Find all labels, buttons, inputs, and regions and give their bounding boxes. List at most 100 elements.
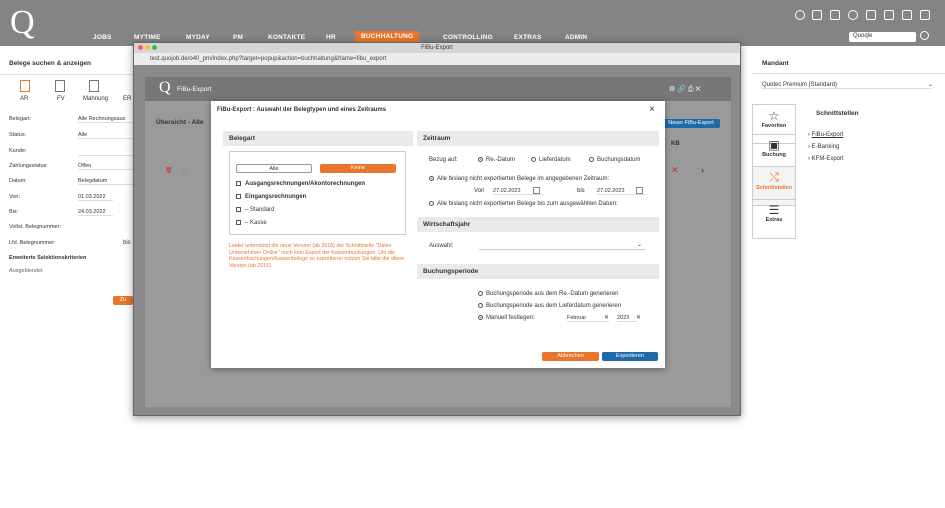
standard-checkbox[interactable]: – Standard bbox=[236, 207, 274, 213]
von-label: Von bbox=[474, 188, 485, 194]
panel-title: Belege suchen & anzeigen bbox=[9, 60, 91, 67]
new-fibu-export-button[interactable]: Neuer FiBu-Export bbox=[662, 119, 720, 128]
chevron-right-icon[interactable]: › bbox=[701, 165, 704, 175]
extras-tile[interactable]: ☰ Extras bbox=[752, 199, 796, 239]
radio-bp-lieferdatum[interactable]: Buchungsperiode aus dem Lieferdatum gene… bbox=[478, 303, 621, 309]
info-icon[interactable]: ⓘ bbox=[181, 167, 187, 176]
link-fibu-export[interactable]: › FiBu-Export bbox=[808, 132, 843, 138]
buchung-label: Buchung bbox=[762, 152, 786, 158]
invoice-ar-icon[interactable] bbox=[20, 80, 30, 92]
month-select[interactable]: Februar bbox=[567, 315, 609, 322]
chat-icon[interactable] bbox=[902, 10, 912, 20]
logout-icon[interactable] bbox=[920, 10, 930, 20]
divider bbox=[0, 74, 133, 75]
minimize-window-icon[interactable] bbox=[145, 45, 150, 50]
overview-label: Übersicht - Alle bbox=[156, 119, 204, 126]
year-select[interactable]: 2023 bbox=[617, 315, 637, 322]
search-icon[interactable] bbox=[920, 31, 929, 40]
nav-hr[interactable]: HR bbox=[326, 34, 336, 41]
toolbar-mahnung-label[interactable]: Mahnung bbox=[83, 96, 108, 102]
shuffle-icon: ⤭ bbox=[769, 170, 779, 184]
calendar-icon[interactable] bbox=[533, 187, 540, 194]
calendar-icon[interactable] bbox=[866, 10, 876, 20]
extended-criteria-heading[interactable]: Erweiterte Selektionskriterien bbox=[9, 255, 86, 261]
link-kfm-export[interactable]: › KFM-Export bbox=[808, 156, 844, 162]
label-von: Von: bbox=[9, 194, 21, 200]
invoice-fv-icon[interactable] bbox=[55, 80, 65, 92]
cancel-button[interactable]: Abbrechen bbox=[542, 352, 599, 361]
user-icon[interactable] bbox=[884, 10, 894, 20]
belegart-select[interactable]: Alle Rechnungsaus bbox=[78, 116, 133, 123]
nav-controlling[interactable]: CONTROLLING bbox=[443, 34, 493, 41]
chevron-down-icon[interactable]: ⌄ bbox=[637, 241, 642, 248]
mandant-select[interactable]: Quotec Premium (Standard) bbox=[762, 82, 932, 89]
lfd-bis-label: bis bbox=[123, 240, 131, 246]
toolbar-ar-label[interactable]: AR bbox=[20, 96, 28, 102]
popup-header: Q FiBu-Export ⚙ 🔗 ⎙ ✕ bbox=[145, 77, 731, 101]
kunde-input[interactable] bbox=[78, 148, 133, 156]
radio-bp-manuell[interactable]: Manuell festlegen: bbox=[478, 315, 535, 321]
radio-buchungsdatum[interactable]: Buchungsdatum bbox=[589, 157, 640, 163]
quick-search-input[interactable]: Quoqle bbox=[849, 32, 916, 42]
radio-bp-re-datum[interactable]: Buchungsperiode aus dem Re.-Datum generi… bbox=[478, 291, 618, 297]
von-date-input[interactable]: 01.03.2022 bbox=[78, 194, 113, 201]
bis-date-input[interactable]: 24.03.2022 bbox=[78, 209, 113, 216]
mahnung-icon[interactable] bbox=[89, 80, 99, 92]
bis-label: bis bbox=[577, 188, 585, 194]
datum-select[interactable]: Belegdatum bbox=[78, 178, 133, 185]
buchungsperiode-heading: Buchungsperiode bbox=[417, 264, 659, 279]
nav-myday[interactable]: MYDAY bbox=[186, 34, 210, 41]
delete-icon[interactable]: 🗑 bbox=[165, 167, 173, 174]
messages-icon[interactable] bbox=[812, 10, 822, 20]
dialog-title: FiBu-Export : Auswahl der Belegtypen und… bbox=[217, 107, 387, 113]
search-button[interactable]: Zu bbox=[113, 296, 133, 305]
toolbar-fv-label[interactable]: FV bbox=[57, 96, 65, 102]
header-icons[interactable]: ⚙ 🔗 ⎙ ✕ bbox=[669, 85, 701, 94]
radio-zeitraum[interactable]: Alle bislang nicht exportierten Belege i… bbox=[429, 176, 609, 182]
wj-select[interactable] bbox=[479, 249, 645, 250]
belege-search-panel: Belege suchen & anzeigen AR FV Mahnung E… bbox=[0, 46, 133, 316]
select-none-button[interactable]: Keine bbox=[320, 164, 396, 173]
nav-pm[interactable]: PM bbox=[233, 34, 243, 41]
schnittstellen-label: Schnittstellen bbox=[755, 185, 793, 191]
maximize-window-icon[interactable] bbox=[152, 45, 157, 50]
app-logo[interactable]: Q bbox=[10, 4, 35, 42]
export-button[interactable]: Exportieren bbox=[602, 352, 658, 361]
clear-year-icon[interactable]: ✕ bbox=[636, 314, 641, 321]
nav-kontakte[interactable]: KONTAKTE bbox=[268, 34, 305, 41]
bug-icon[interactable] bbox=[848, 10, 858, 20]
kasse-checkbox[interactable]: – Kasse bbox=[236, 220, 267, 226]
select-all-button[interactable]: Alle bbox=[236, 164, 312, 173]
nav-jobs[interactable]: JOBS bbox=[93, 34, 112, 41]
hidden-label: Ausgeblendet bbox=[9, 268, 43, 274]
clock-icon[interactable] bbox=[795, 10, 805, 20]
close-window-icon[interactable] bbox=[138, 45, 143, 50]
calendar-icon[interactable] bbox=[636, 187, 643, 194]
label-lfd-belegnummer: Lfd. Belegnummer: bbox=[9, 240, 56, 246]
right-sidebar: Mandant Quotec Premium (Standard) ⌄ ☆ Fav… bbox=[752, 46, 945, 316]
radio-lieferdatum[interactable]: Lieferdatum bbox=[531, 157, 571, 163]
popup-title: FiBu-Export bbox=[421, 45, 453, 51]
clear-month-icon[interactable]: ✕ bbox=[604, 314, 609, 321]
nav-mytime[interactable]: MYTIME bbox=[134, 34, 160, 41]
nav-admin[interactable]: ADMIN bbox=[565, 34, 587, 41]
mandant-title: Mandant bbox=[762, 60, 789, 67]
ausgangsrechnungen-checkbox[interactable]: Ausgangsrechnungen/Akontorechnungen bbox=[236, 181, 365, 187]
link-e-banking[interactable]: › E-Banking bbox=[808, 144, 839, 150]
radio-re-datum[interactable]: Re.-Datum bbox=[478, 157, 515, 163]
eingangsrechnungen-checkbox[interactable]: Eingangsrechnungen bbox=[236, 194, 306, 200]
zahlungsstatus-select[interactable]: Offen bbox=[78, 163, 133, 170]
status-select[interactable]: Alle bbox=[78, 132, 133, 139]
clipboard-icon[interactable] bbox=[830, 10, 840, 20]
chevron-down-icon[interactable]: ⌄ bbox=[928, 81, 933, 88]
dialog-close-icon[interactable]: × bbox=[649, 104, 655, 115]
nav-extras[interactable]: EXTRAS bbox=[514, 34, 542, 41]
url-bar[interactable]: test.quojob.de/o40_pm/index.php?target=p… bbox=[134, 53, 740, 65]
popup-logo: Q bbox=[159, 79, 171, 96]
toolbar-er-label[interactable]: ER bbox=[123, 96, 131, 102]
close-icon[interactable]: ✕ bbox=[671, 165, 679, 176]
label-kunde: Kunde: bbox=[9, 148, 27, 154]
star-icon: ☆ bbox=[768, 109, 780, 123]
label-status: Status: bbox=[9, 132, 27, 138]
radio-bis-datum[interactable]: Alle bislang nicht exportierten Belege b… bbox=[429, 201, 618, 207]
